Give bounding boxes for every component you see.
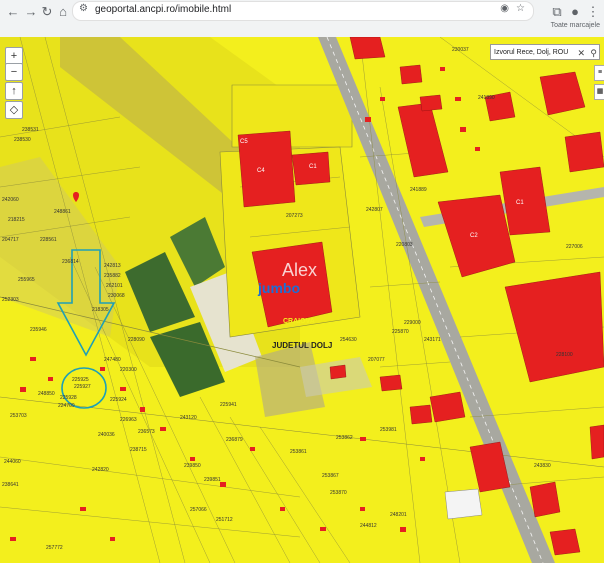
parcel-number: 247480: [104, 357, 121, 363]
parcel-number: 229000: [404, 320, 421, 326]
parcel-number: 207273: [286, 213, 303, 219]
parcel-number: 230037: [452, 47, 469, 53]
parcel-number: 226963: [120, 417, 137, 423]
parcel-number: 228561: [40, 237, 57, 243]
parcel-number: 238531: [22, 127, 39, 133]
building-label: C2: [470, 233, 478, 239]
building-label: C1: [309, 164, 317, 170]
parcel-number: 251712: [216, 517, 233, 523]
parcel-number: 248850: [38, 391, 55, 397]
parcel-number: 248201: [390, 512, 407, 518]
parcel-number: 253861: [290, 449, 307, 455]
location-search-input[interactable]: Izvorul Rece, Dolj, ROU ✕ ⚲: [490, 44, 600, 60]
url-text: geoportal.ancpi.ro/imobile.html: [95, 4, 232, 15]
parcel-number: 253981: [380, 427, 397, 433]
parcel-number: 225928: [60, 395, 77, 401]
site-info-icon[interactable]: ⚙: [79, 3, 88, 14]
parcel-number: 220300: [120, 367, 137, 373]
basemap-icon[interactable]: ▦: [594, 84, 604, 100]
parcel-number: 243830: [534, 463, 551, 469]
profile-avatar[interactable]: ●: [566, 3, 584, 21]
parcel-number: 240036: [98, 432, 115, 438]
parcel-number: 257066: [190, 507, 207, 513]
parcel-number: 236879: [226, 437, 243, 443]
home-icon[interactable]: ⌂: [54, 3, 72, 21]
parcel-number: 241889: [410, 187, 427, 193]
parcel-number: 225924: [110, 397, 127, 403]
parcel-number: 254630: [340, 337, 357, 343]
parcel-number: 218305: [92, 307, 109, 313]
north-arrow-button[interactable]: ↑: [5, 82, 23, 100]
parcel-number: 204717: [2, 237, 19, 243]
parcel-number: 235882: [104, 273, 121, 279]
parcel-number: 262101: [106, 283, 123, 289]
parcel-number: 225927: [74, 384, 91, 390]
map-canvas[interactable]: [0, 37, 604, 563]
parcel-number: 242807: [366, 207, 383, 213]
building-label: C1: [516, 200, 524, 206]
parcel-number: 225925: [72, 377, 89, 383]
search-value: Izvorul Rece, Dolj, ROU: [494, 49, 569, 56]
menu-icon[interactable]: ⋮: [584, 3, 602, 21]
parcel-number: 253867: [322, 473, 339, 479]
bookmark-star-icon[interactable]: ☆: [516, 3, 525, 14]
parcel-number: 207077: [368, 357, 385, 363]
parcel-number: 220803: [396, 242, 413, 248]
parcel-number: 228090: [128, 337, 145, 343]
store-label: jumbo: [258, 280, 300, 296]
parcel-number: 242820: [92, 467, 109, 473]
parcel-number: 236573: [138, 429, 155, 435]
clear-search-icon[interactable]: ✕: [577, 45, 585, 61]
parcel-number: 238715: [130, 447, 147, 453]
parcel-number: 248861: [54, 209, 71, 215]
county-label: JUDETUL DOLJ: [272, 341, 333, 350]
parcel-number: 252303: [2, 297, 19, 303]
zoom-out-button[interactable]: −: [5, 63, 23, 81]
parcel-number: 218215: [8, 217, 25, 223]
parcel-number: 253703: [10, 413, 27, 419]
parcel-number: 239850: [184, 463, 201, 469]
parcel-number: 230068: [108, 293, 125, 299]
parcel-number: 241890: [478, 95, 495, 101]
parcel-number: 239851: [204, 477, 221, 483]
parcel-number: 242060: [2, 197, 19, 203]
layers-icon[interactable]: ≡: [594, 65, 604, 81]
arrow-left-icon[interactable]: ←: [4, 3, 22, 21]
parcel-number: 225870: [392, 329, 409, 335]
search-icon[interactable]: ⚲: [590, 45, 597, 61]
parcel-number: 227006: [566, 244, 583, 250]
map-view[interactable]: Alex jumbo CRAIOVA JUDETUL DOLJ C4 C1 C2…: [0, 37, 604, 563]
watermark-label: Alex: [282, 260, 318, 280]
parcel-number: 242813: [104, 263, 121, 269]
parcel-number: 236814: [62, 259, 79, 265]
location-icon[interactable]: ◉: [500, 3, 509, 14]
parcel-number: 235946: [30, 327, 47, 333]
parcel-number: 243120: [180, 415, 197, 421]
full-extent-button[interactable]: ◇: [5, 101, 23, 119]
parcel-number: 244812: [360, 523, 377, 529]
building-label: C5: [240, 139, 248, 145]
parcel-number: 255965: [18, 277, 35, 283]
bookmarks-bar-label[interactable]: Toate marcajele: [551, 22, 600, 29]
parcel-number: 253862: [336, 435, 353, 441]
parcel-number: 244060: [4, 459, 21, 465]
parcel-number: 228100: [556, 352, 573, 358]
parcel-number: 224709: [58, 403, 75, 409]
browser-chrome: ← → ↻ ⌂ ⚙ geoportal.ancpi.ro/imobile.htm…: [0, 0, 604, 38]
city-label: CRAIOVA: [283, 318, 315, 325]
parcel-number: 253870: [330, 490, 347, 496]
parcel-number: 238530: [14, 137, 31, 143]
parcel-number: 257772: [46, 545, 63, 551]
building-label: C4: [257, 168, 265, 174]
extensions-icon[interactable]: ⧉: [548, 3, 566, 21]
parcel-number: 243171: [424, 337, 441, 343]
parcel-number: 225941: [220, 402, 237, 408]
parcel-number: 238641: [2, 482, 19, 488]
address-bar[interactable]: ⚙ geoportal.ancpi.ro/imobile.html ◉ ☆: [72, 1, 534, 21]
